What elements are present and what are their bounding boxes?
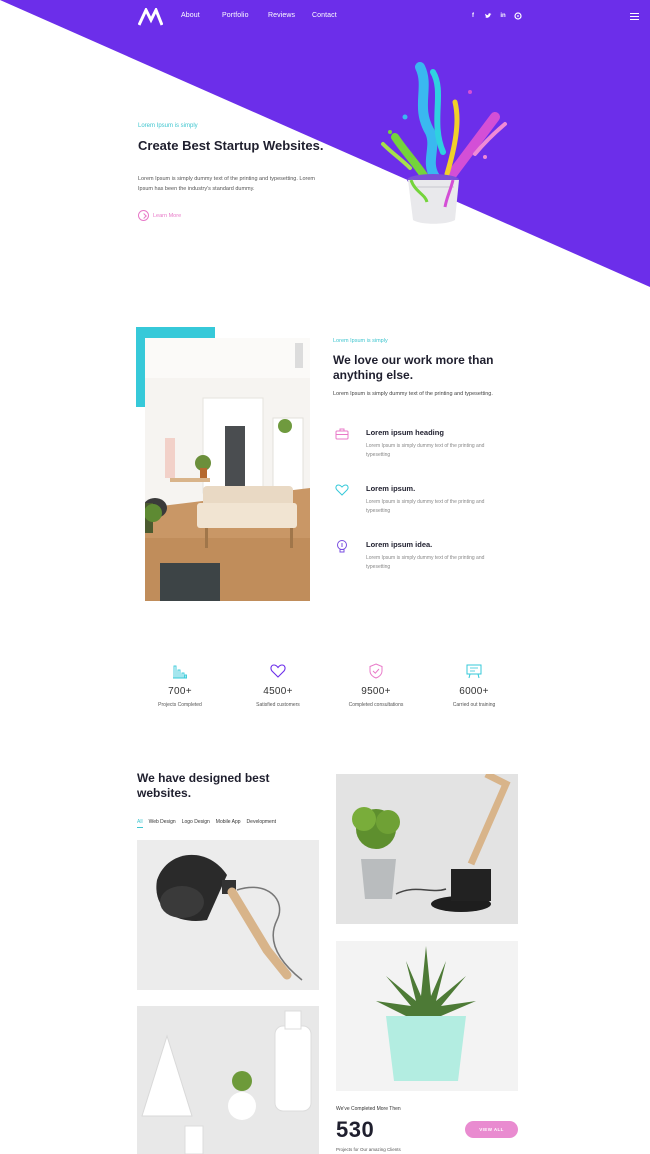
briefcase-icon: [335, 428, 349, 440]
paint-bucket-illustration: [381, 62, 507, 224]
stat-projects-completed: 700+ Projects Completed: [130, 663, 230, 708]
heart-icon: [270, 664, 286, 678]
top-navigation: About Portfolio Reviews Contact f in: [0, 0, 650, 34]
about-eyebrow: Lorem Ipsum is simply: [333, 338, 388, 344]
about-description: Lorem Ipsum is simply dummy text of the …: [333, 391, 493, 397]
lightbulb-icon: [337, 540, 347, 553]
learn-more-link[interactable]: Learn More: [138, 210, 181, 221]
feature-heading: Lorem ipsum idea.: [366, 540, 433, 549]
nav-link-reviews[interactable]: Reviews: [268, 12, 295, 19]
arrow-right-circle-icon: [138, 210, 149, 221]
stat-label: Completed consultations: [348, 702, 404, 708]
brand-logo[interactable]: [138, 8, 163, 26]
learn-more-label: Learn More: [153, 212, 182, 219]
office-room-photo: [145, 338, 310, 601]
pinterest-icon[interactable]: [514, 12, 522, 20]
feature-text: Lorem Ipsum is simply dummy text of the …: [366, 499, 485, 514]
stat-label: Satisfied customers: [256, 702, 300, 708]
stat-satisfied-customers: 4500+ Satisfied customers: [228, 663, 328, 708]
filter-tab-all[interactable]: All: [137, 819, 143, 828]
feature-text: Lorem Ipsum is simply dummy text of the …: [366, 443, 485, 458]
nav-link-contact[interactable]: Contact: [312, 12, 337, 19]
stat-value: 9500+: [361, 686, 391, 697]
filter-tab-logo-design[interactable]: Logo Design: [182, 819, 210, 828]
portfolio-item-succulent[interactable]: [336, 941, 518, 1091]
feature-item: Lorem ipsum. Lorem Ipsum is simply dummy…: [333, 482, 503, 527]
filter-tab-web-design[interactable]: Web Design: [149, 819, 176, 828]
portfolio-item-plant-lamp[interactable]: [336, 774, 518, 924]
bar-chart-icon: [173, 665, 187, 679]
cta-eyebrow: We've Completed More Then: [336, 1106, 401, 1112]
heart-icon: [335, 484, 349, 496]
portfolio-item-lamp[interactable]: [137, 840, 319, 990]
portfolio-item-white-objects[interactable]: [137, 1006, 319, 1154]
stat-value: 4500+: [263, 686, 293, 697]
stat-label: Projects Completed: [158, 702, 202, 708]
shield-check-icon: [369, 663, 383, 679]
cta-project-count: 530: [336, 1117, 375, 1142]
stat-value: 700+: [168, 686, 192, 697]
stat-carried-out-training: 6000+ Carried out training: [424, 663, 524, 708]
feature-text: Lorem Ipsum is simply dummy text of the …: [366, 555, 485, 570]
nav-link-about[interactable]: About: [181, 12, 200, 19]
cta-subtext: Projects for Our amazing Clients: [336, 1147, 401, 1152]
portfolio-title: We have designed best websites.: [137, 771, 270, 800]
portfolio-filter-tabs: All Web Design Logo Design Mobile App De…: [137, 819, 276, 828]
linkedin-icon[interactable]: in: [499, 12, 507, 20]
presentation-board-icon: [466, 664, 482, 679]
feature-heading: Lorem ipsum heading: [366, 428, 444, 437]
facebook-icon[interactable]: f: [469, 12, 477, 20]
view-all-button[interactable]: VIEW ALL: [465, 1121, 518, 1138]
stat-completed-consultations: 9500+ Completed consultations: [326, 663, 426, 708]
filter-tab-development[interactable]: Development: [247, 819, 276, 828]
hamburger-menu-icon[interactable]: [630, 13, 639, 20]
twitter-icon[interactable]: [484, 12, 492, 20]
feature-item: Lorem ipsum idea. Lorem Ipsum is simply …: [333, 538, 503, 583]
stat-label: Carried out training: [452, 702, 496, 708]
nav-link-portfolio[interactable]: Portfolio: [222, 12, 249, 19]
filter-tab-mobile-app[interactable]: Mobile App: [216, 819, 241, 828]
hero-description: Lorem Ipsum is simply dummy text of the …: [138, 176, 315, 192]
hero-title: Create Best Startup Websites.: [138, 138, 324, 153]
feature-item: Lorem ipsum heading Lorem Ipsum is simpl…: [333, 426, 503, 471]
about-title: We love our work more than anything else…: [333, 353, 494, 382]
hero-eyebrow: Lorem Ipsum is simply: [138, 123, 198, 129]
stat-value: 6000+: [459, 686, 489, 697]
feature-heading: Lorem ipsum.: [366, 484, 416, 493]
